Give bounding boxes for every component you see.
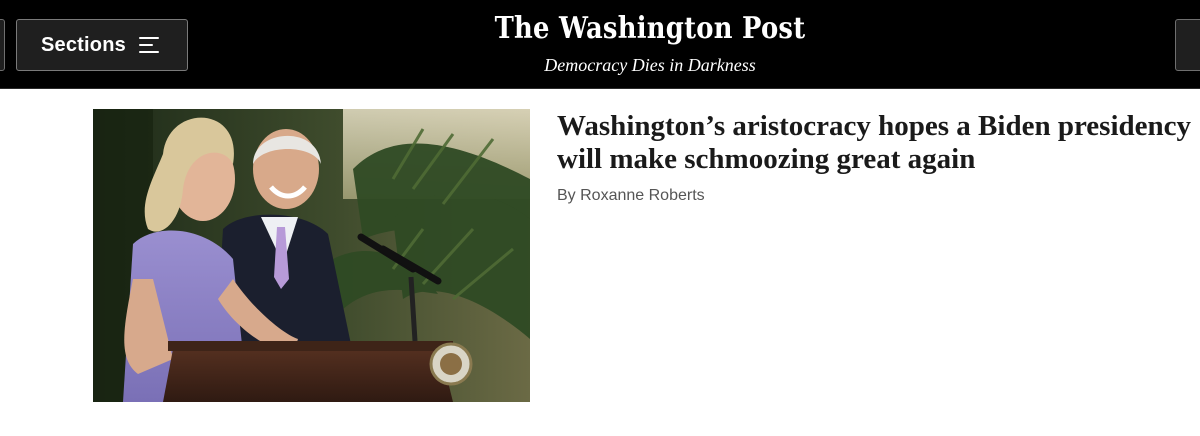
right-nav-button-edge[interactable] <box>1175 19 1200 71</box>
article-headline[interactable]: Washington’s aristocracy hopes a Biden p… <box>557 110 1200 176</box>
site-logo[interactable]: The Washington Post <box>478 11 822 46</box>
sections-label: Sections <box>41 33 126 56</box>
site-tagline: Democracy Dies in Darkness <box>544 55 756 75</box>
site-header: Sections The Washington Post Democracy D… <box>0 0 1200 89</box>
article-photo[interactable] <box>93 109 530 402</box>
menu-icon <box>138 36 161 54</box>
sections-button[interactable]: Sections <box>16 19 188 71</box>
left-nav-button-edge[interactable] <box>0 19 5 71</box>
article-byline[interactable]: By Roxanne Roberts <box>557 187 705 205</box>
article-photo-illustration <box>93 109 530 402</box>
